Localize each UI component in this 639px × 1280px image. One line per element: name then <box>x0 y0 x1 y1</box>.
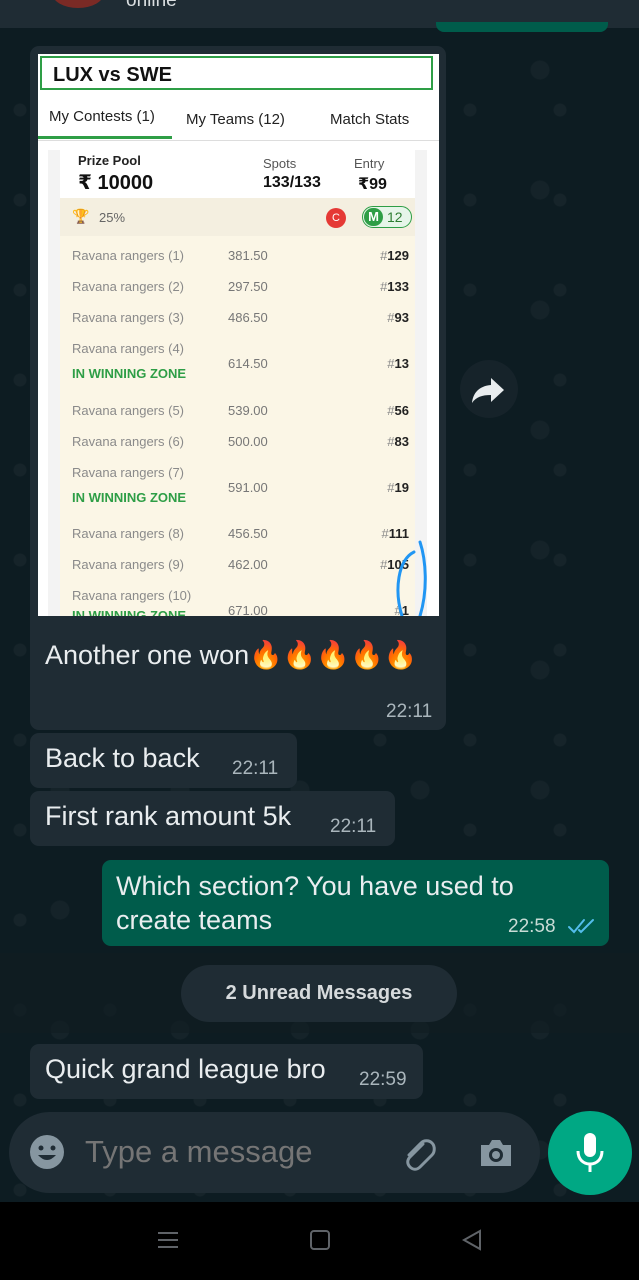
message-bubble-outgoing[interactable]: Which section? You have used to create t… <box>102 860 609 946</box>
team-row-points: 381.50 <box>228 248 268 263</box>
team-row-points: 539.00 <box>228 403 268 418</box>
back-icon[interactable] <box>460 1228 484 1252</box>
team-row-name: Ravana rangers (5) <box>72 403 184 418</box>
team-row-points: 591.00 <box>228 480 268 495</box>
trophy-icon: 🏆 <box>72 208 90 224</box>
message-bubble-incoming[interactable]: First rank amount 5k 22:11 <box>30 791 395 846</box>
forward-button[interactable] <box>460 360 518 418</box>
contact-status: online <box>126 0 177 11</box>
tabs-divider <box>38 140 439 141</box>
menu-icon[interactable] <box>156 1228 180 1252</box>
spots-label: Spots <box>263 156 297 171</box>
team-row-points: 297.50 <box>228 279 268 294</box>
contest-screenshot-image[interactable]: LUX vs SWE My Contests (1) My Teams (12)… <box>38 54 439 616</box>
contest-card-header: Prize Pool ₹ 10000 Spots 133/133 Entry ₹… <box>60 150 415 198</box>
team-row-rank: #56 <box>387 403 409 418</box>
team-row-name: Ravana rangers (10) <box>72 588 192 603</box>
camera-icon[interactable] <box>477 1134 515 1172</box>
team-row-rank: #13 <box>387 356 409 371</box>
team-row-name: Ravana rangers (6) <box>72 434 184 449</box>
team-row-rank: #93 <box>387 310 409 325</box>
message-input[interactable] <box>85 1134 375 1170</box>
previous-outgoing-bubble <box>436 22 608 32</box>
message-composer <box>9 1112 540 1193</box>
message-time: 22:59 <box>359 1069 407 1090</box>
prize-pool-value: ₹ 10000 <box>78 172 154 194</box>
multi-entry-letter: M <box>364 208 383 226</box>
spots-value: 133/133 <box>263 174 321 191</box>
tab-my-contests: My Contests (1) <box>49 108 155 125</box>
message-time: 22:11 <box>386 701 433 722</box>
tab-my-teams: My Teams (12) <box>186 111 285 128</box>
image-caption: Another one won🔥🔥🔥🔥🔥 <box>45 640 418 670</box>
multi-entry-count: 12 <box>387 209 403 225</box>
message-bubble-incoming[interactable]: Back to back 22:11 <box>30 733 297 788</box>
message-text: First rank amount 5k <box>45 801 292 831</box>
team-row-name: Ravana rangers (9) <box>72 557 184 572</box>
message-text: Quick grand league bro <box>45 1054 326 1084</box>
match-title: LUX vs SWE <box>53 64 172 86</box>
team-row-rank: #111 <box>381 526 410 541</box>
voice-record-button[interactable] <box>548 1111 632 1195</box>
team-row-rank: #83 <box>387 434 409 449</box>
match-title-box: LUX vs SWE <box>40 56 433 90</box>
system-navigation-bar <box>0 1202 639 1280</box>
team-row-name: Ravana rangers (2) <box>72 279 184 294</box>
emoji-icon[interactable] <box>29 1134 65 1170</box>
message-bubble-incoming[interactable]: Quick grand league bro 22:59 <box>30 1044 423 1099</box>
tab-match-stats: Match Stats <box>330 111 410 128</box>
team-row-name: Ravana rangers (4) <box>72 341 184 356</box>
team-row-name: Ravana rangers (3) <box>72 310 184 325</box>
contest-info-strip: 🏆 25% C M 12 <box>60 198 415 236</box>
unread-messages-banner: 2 Unread Messages <box>181 965 457 1022</box>
contest-tabs: My Contests (1) My Teams (12) Match Stat… <box>38 98 439 140</box>
team-row-name: Ravana rangers (8) <box>72 526 184 541</box>
contact-avatar[interactable] <box>52 0 104 8</box>
winning-zone-label: IN WINNING ZONE <box>72 366 187 381</box>
team-row-points: 462.00 <box>228 557 268 572</box>
microphone-icon <box>576 1133 604 1172</box>
home-icon[interactable] <box>308 1228 332 1252</box>
winning-percent: 25% <box>99 210 126 225</box>
hand-drawn-circle-mark <box>396 540 427 616</box>
image-message-bubble[interactable]: LUX vs SWE My Contests (1) My Teams (12)… <box>30 46 446 730</box>
message-time: 22:11 <box>232 758 279 779</box>
team-row-points: 486.50 <box>228 310 268 325</box>
message-time: 22:11 <box>330 816 377 837</box>
forward-icon <box>472 378 504 403</box>
team-row-points: 500.00 <box>228 434 268 449</box>
winning-zone-label: IN WINNING ZONE <box>72 490 187 505</box>
team-row-points: 671.00 <box>228 603 268 616</box>
contest-card: Prize Pool ₹ 10000 Spots 133/133 Entry ₹… <box>60 150 415 616</box>
multi-entry-badge: M 12 <box>362 206 412 228</box>
team-row-rank: #133 <box>380 279 409 294</box>
team-row-name: Ravana rangers (7) <box>72 465 184 480</box>
double-check-icon <box>568 919 594 934</box>
message-time: 22:58 <box>508 916 556 937</box>
team-row-points: 456.50 <box>228 526 268 541</box>
paperclip-icon[interactable] <box>399 1134 437 1172</box>
team-row-rank: #19 <box>387 480 409 495</box>
captain-badge: C <box>326 208 346 228</box>
message-text: Which section? You have used to create t… <box>116 871 514 935</box>
entry-label: Entry <box>354 156 385 171</box>
winning-zone-label: IN WINNING ZONE <box>72 608 187 616</box>
team-row-name: Ravana rangers (1) <box>72 248 184 263</box>
active-tab-indicator <box>38 136 172 139</box>
team-row-points: 614.50 <box>228 356 268 371</box>
prize-pool-label: Prize Pool <box>78 153 141 168</box>
message-text: Back to back <box>45 743 200 773</box>
team-row-rank: #129 <box>380 248 409 263</box>
entry-value: ₹99 <box>358 176 387 193</box>
